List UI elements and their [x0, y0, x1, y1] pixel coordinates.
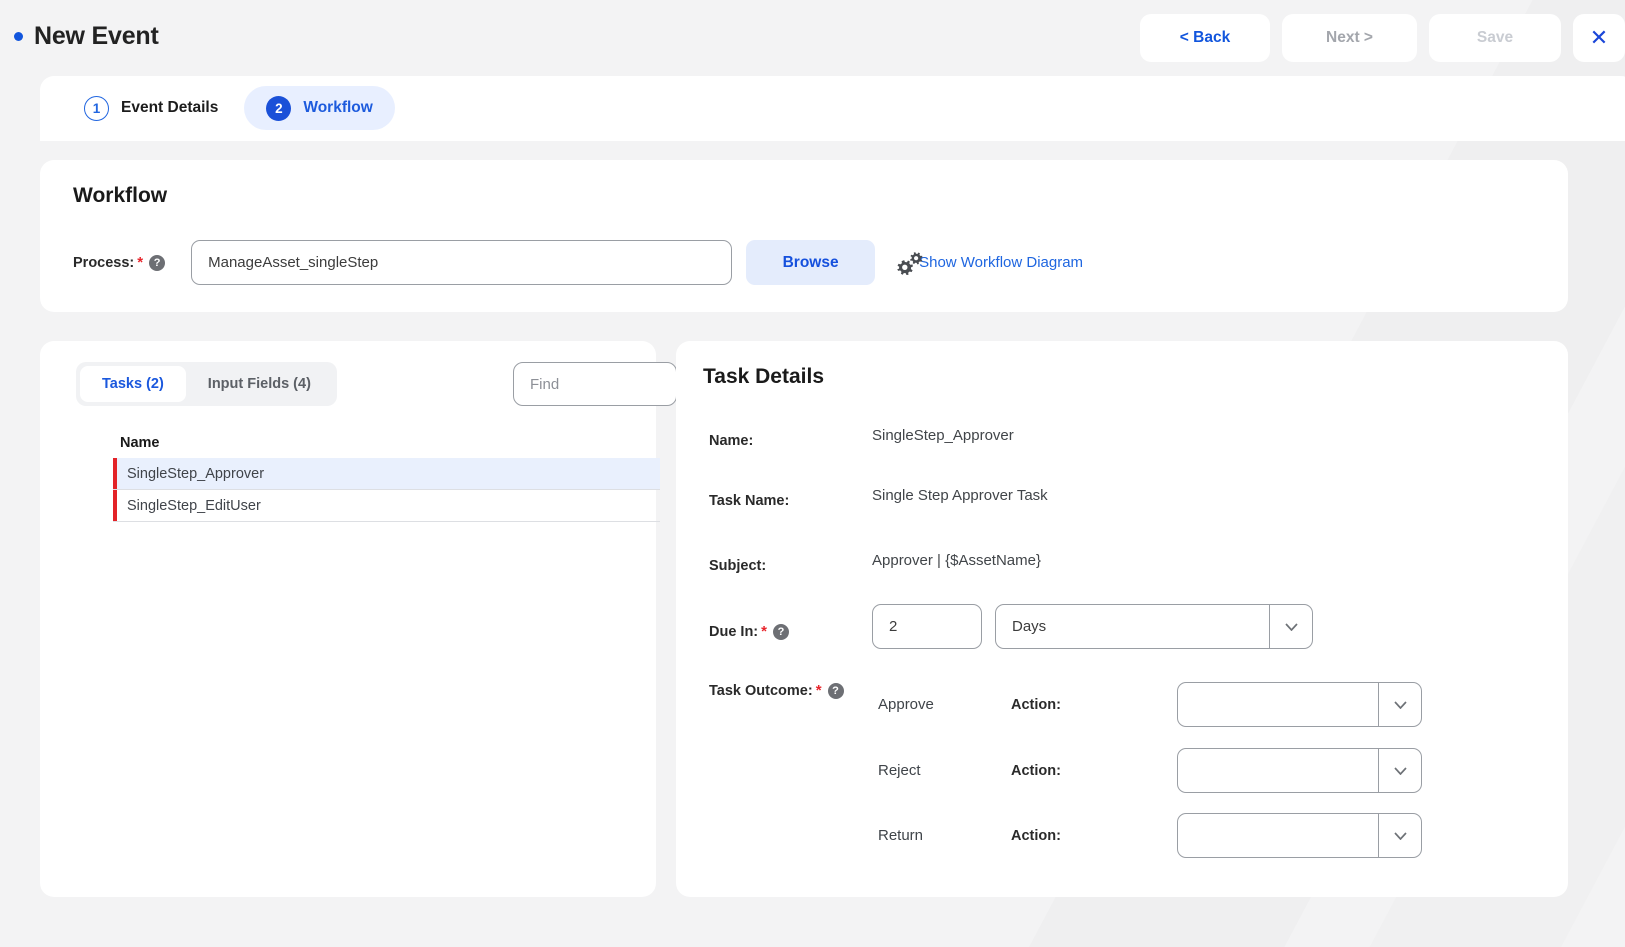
- next-button[interactable]: Next >: [1282, 14, 1417, 62]
- step-1-label: Event Details: [121, 99, 219, 116]
- help-icon[interactable]: ?: [149, 254, 166, 271]
- header-actions: < Back Next > Save ✕: [1140, 14, 1625, 62]
- due-in-unit-select[interactable]: Days: [995, 604, 1313, 649]
- chevron-down-icon[interactable]: [1378, 814, 1421, 857]
- page-title: New Event: [34, 22, 159, 50]
- task-list: SingleStep_Approver SingleStep_EditUser: [113, 458, 660, 522]
- table-row[interactable]: SingleStep_EditUser: [113, 490, 660, 522]
- column-header-name: Name: [120, 435, 160, 451]
- task-outcome-label-group: Task Outcome: * ?: [709, 682, 844, 699]
- browse-button[interactable]: Browse: [746, 240, 876, 285]
- task-row-label: SingleStep_Approver: [127, 465, 265, 482]
- return-action-select[interactable]: [1177, 813, 1422, 858]
- tab-event-details[interactable]: 1 Event Details: [62, 86, 240, 130]
- reject-action-value: [1178, 749, 1378, 792]
- task-details-panel: Task Details Name: SingleStep_Approver T…: [676, 341, 1568, 897]
- action-label: Action:: [1011, 827, 1061, 844]
- chevron-down-icon[interactable]: [1269, 605, 1312, 648]
- outcome-row-reject: Reject Action:: [878, 748, 1422, 793]
- table-row[interactable]: SingleStep_Approver: [113, 458, 660, 490]
- task-details-heading: Task Details: [703, 365, 825, 388]
- task-outcome-required-marker: *: [815, 682, 822, 699]
- tab-input-fields[interactable]: Input Fields (4): [186, 366, 333, 402]
- name-field-value-group: SingleStep_Approver: [872, 427, 1014, 444]
- name-label: Name:: [709, 433, 754, 449]
- task-name-value: Single Step Approver Task: [872, 487, 1048, 504]
- app-window: New Event < Back Next > Save ✕ 1 Event D…: [0, 0, 1625, 947]
- process-required-marker: *: [137, 254, 144, 271]
- step-2-label: Workflow: [303, 99, 373, 116]
- due-in-label-group: Due In: * ?: [709, 623, 789, 640]
- status-dot-icon: [14, 32, 23, 41]
- due-in-label: Due In:: [709, 623, 759, 640]
- subject-label: Subject:: [709, 558, 767, 574]
- tab-workflow[interactable]: 2 Workflow: [244, 86, 395, 130]
- save-button[interactable]: Save: [1429, 14, 1561, 62]
- find-input[interactable]: Find: [513, 362, 677, 406]
- tasks-tabs: Tasks (2) Input Fields (4): [76, 362, 337, 406]
- name-field-label-group: Name:: [709, 433, 753, 449]
- outcome-name: Return: [878, 827, 924, 844]
- subject-value-group: Approver | {$AssetName}: [872, 552, 1041, 569]
- outcome-row-approve: Approve Action:: [878, 682, 1422, 727]
- due-in-number-input[interactable]: 2: [872, 604, 982, 649]
- chevron-down-icon[interactable]: [1378, 683, 1421, 726]
- due-in-unit-value: Days: [1012, 618, 1047, 635]
- task-name-value-group: Single Step Approver Task: [872, 487, 1048, 504]
- close-icon[interactable]: ✕: [1573, 14, 1625, 62]
- action-label: Action:: [1011, 762, 1061, 779]
- task-name-label: Task Name:: [709, 493, 790, 509]
- outcome-name: Reject: [878, 762, 921, 779]
- task-name-label-group: Task Name:: [709, 493, 789, 509]
- outcome-name: Approve: [878, 696, 934, 713]
- help-icon[interactable]: ?: [772, 623, 789, 640]
- step-1-number: 1: [84, 95, 109, 121]
- return-action-value: [1178, 814, 1378, 857]
- due-in-controls: 2 Days: [872, 604, 1313, 649]
- title-group: New Event: [14, 22, 159, 51]
- window-header: New Event < Back Next > Save ✕: [0, 0, 1625, 76]
- workflow-card: Workflow Process: * ? ManageAsset_single…: [40, 160, 1568, 312]
- subject-value: Approver | {$AssetName}: [872, 552, 1041, 569]
- step-tabs-card: 1 Event Details 2 Workflow: [40, 76, 1625, 141]
- help-icon[interactable]: ?: [827, 682, 844, 699]
- due-in-required-marker: *: [761, 623, 767, 640]
- chevron-down-icon[interactable]: [1378, 749, 1421, 792]
- task-outcome-label: Task Outcome:: [709, 682, 813, 699]
- step-2-number: 2: [266, 95, 292, 121]
- process-row: Process: * ? ManageAsset_singleStep Brow…: [73, 240, 1083, 285]
- outcome-row-return: Return Action:: [878, 813, 1422, 858]
- process-input[interactable]: ManageAsset_singleStep: [191, 240, 733, 285]
- step-tabs: 1 Event Details 2 Workflow: [62, 86, 395, 130]
- workflow-heading: Workflow: [73, 184, 168, 207]
- approve-action-select[interactable]: [1177, 682, 1422, 727]
- name-value: SingleStep_Approver: [872, 427, 1014, 444]
- approve-action-value: [1178, 683, 1378, 726]
- task-row-label: SingleStep_EditUser: [127, 497, 261, 514]
- tasks-panel: Tasks (2) Input Fields (4) Find Name Sin…: [40, 341, 677, 897]
- back-button[interactable]: < Back: [1140, 14, 1270, 62]
- gears-icon: [897, 251, 923, 275]
- process-label: Process:: [73, 254, 135, 271]
- tab-tasks[interactable]: Tasks (2): [80, 366, 186, 402]
- show-workflow-diagram-link[interactable]: Show Workflow Diagram: [919, 254, 1083, 271]
- subject-label-group: Subject:: [709, 558, 766, 574]
- reject-action-select[interactable]: [1177, 748, 1422, 793]
- action-label: Action:: [1011, 696, 1061, 713]
